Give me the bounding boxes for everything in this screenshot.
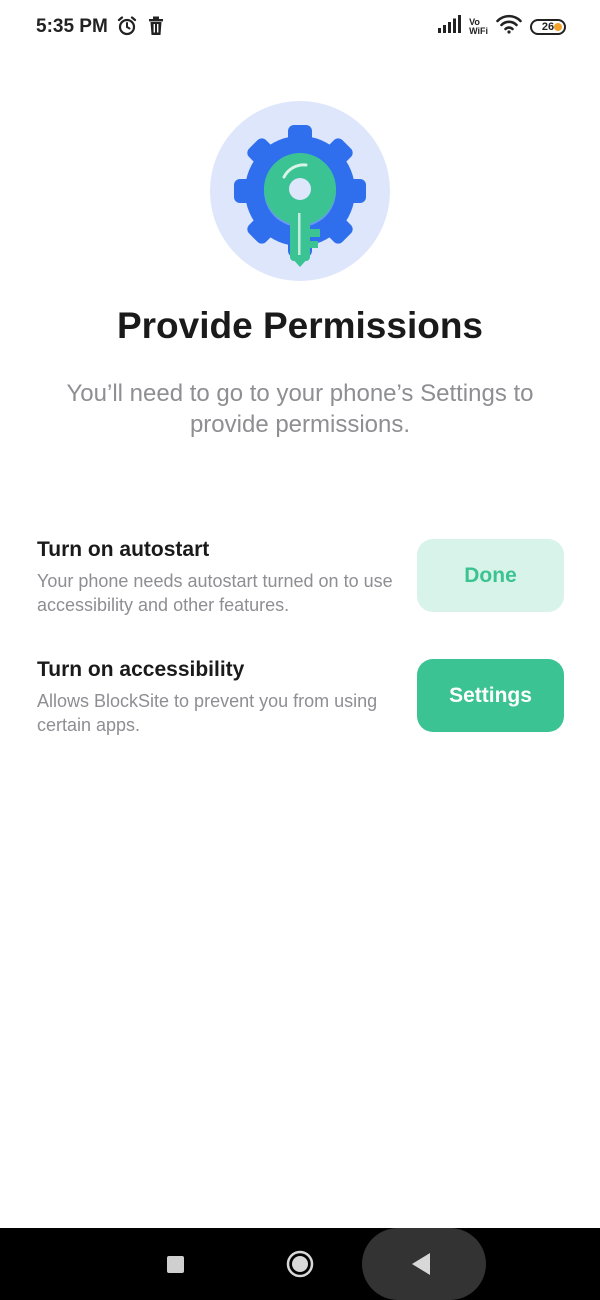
vowifi-indicator: Vo WiFi xyxy=(469,17,488,36)
permission-description: Allows BlockSite to prevent you from usi… xyxy=(37,691,378,735)
wifi-label: WiFi xyxy=(469,25,488,36)
back-button[interactable] xyxy=(362,1228,486,1300)
alarm-icon xyxy=(116,15,138,42)
recents-square-icon[interactable] xyxy=(167,1256,184,1273)
back-triangle-icon xyxy=(412,1253,430,1275)
page-subtitle: You’ll need to go to your phone’s Settin… xyxy=(66,380,534,438)
home-circle-icon[interactable] xyxy=(286,1250,314,1278)
battery-level: 26 xyxy=(541,20,555,33)
status-time: 5:35 PM xyxy=(36,16,108,37)
battery-charge-dot xyxy=(554,22,562,31)
wifi-icon xyxy=(496,14,522,39)
status-bar: 5:35 PM Vo WiFi 26 xyxy=(0,0,600,56)
signal-icon xyxy=(437,15,462,38)
permission-title: Turn on autostart xyxy=(37,538,210,561)
page-title: Provide Permissions xyxy=(116,305,484,346)
status-right-icons: Vo WiFi 26 xyxy=(437,14,566,39)
navigation-bar xyxy=(0,1228,600,1300)
status-left-icons xyxy=(116,15,166,42)
permission-description: Your phone needs autostart turned on to … xyxy=(37,571,393,615)
permission-title: Turn on accessibility xyxy=(37,658,245,681)
autostart-done-button[interactable]: Done xyxy=(417,539,564,612)
trash-icon xyxy=(146,15,166,42)
gear-key-icon xyxy=(210,101,390,281)
battery-icon: 26 xyxy=(530,18,566,35)
accessibility-settings-button[interactable]: Settings xyxy=(417,659,564,732)
